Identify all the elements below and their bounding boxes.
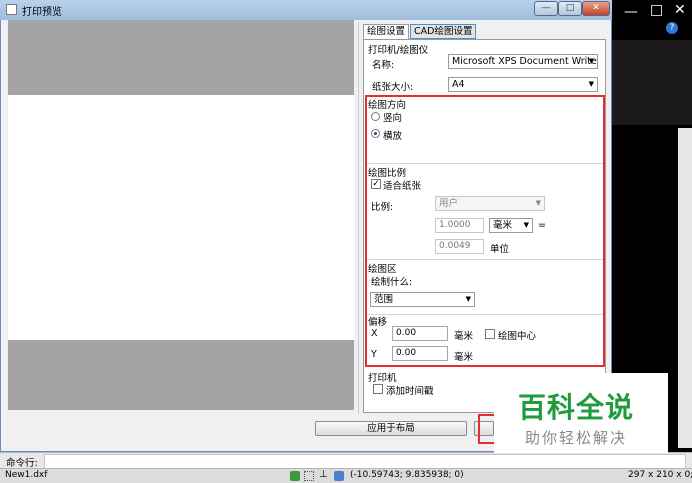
- status-coords: (-10.59743; 9.835938; 0): [350, 470, 464, 480]
- command-label: 命令行:: [6, 458, 38, 469]
- printer-name-select[interactable]: Microsoft XPS Document Writer ▼: [448, 54, 598, 69]
- polar-icon[interactable]: [334, 471, 344, 481]
- tab-cad-plot-settings[interactable]: CAD绘图设置: [410, 24, 477, 39]
- bg-maximize-icon[interactable]: □: [650, 2, 663, 18]
- command-bar: 命令行:: [0, 452, 692, 469]
- printer-group-label: 打印机/绘图仪: [368, 45, 429, 56]
- background-toolbar: — □ ✕ ?: [612, 0, 692, 40]
- printer-name-value: Microsoft XPS Document Writer: [452, 56, 598, 67]
- highlight-box: [365, 95, 605, 367]
- background-scrollbar[interactable]: [678, 128, 692, 448]
- grid-icon[interactable]: [304, 471, 314, 481]
- chevron-down-icon: ▼: [588, 80, 594, 88]
- bg-minimize-icon[interactable]: —: [624, 4, 638, 20]
- minimize-button[interactable]: —: [534, 1, 558, 16]
- printer-name-label: 名称:: [372, 60, 395, 71]
- tab-plot-settings[interactable]: 绘图设置: [363, 24, 410, 39]
- preview-margin-top: [8, 20, 354, 95]
- preview-paper: [8, 95, 354, 340]
- paper-size-value: A4: [452, 79, 465, 90]
- timestamp-checkbox[interactable]: [373, 384, 383, 394]
- watermark-subtitle: 助你轻松解决: [525, 429, 628, 447]
- command-input[interactable]: [44, 454, 686, 469]
- chevron-down-icon: ▼: [588, 57, 594, 65]
- title-bar: 打印预览 — □ ✕: [0, 0, 612, 20]
- paper-size-select[interactable]: A4 ▼: [448, 77, 598, 92]
- status-bar: New1.dxf ⊥ (-10.59743; 9.835938; 0) 297 …: [0, 468, 692, 483]
- paper-size-label: 纸张大小:: [372, 82, 414, 93]
- status-paper-size: 297 x 210 x 0;: [628, 470, 692, 480]
- snap-icon[interactable]: [290, 471, 300, 481]
- preview-margin-bottom: [8, 340, 354, 410]
- app-icon: [6, 4, 17, 15]
- highlight-box-button: [478, 414, 494, 444]
- plotter-group-label: 打印机: [368, 373, 397, 384]
- close-button[interactable]: ✕: [582, 1, 610, 16]
- bg-close-icon[interactable]: ✕: [674, 2, 686, 18]
- maximize-button[interactable]: □: [558, 1, 582, 16]
- watermark-title: 百科全说: [518, 391, 635, 424]
- apply-to-layout-button[interactable]: 应用于布局: [315, 421, 467, 436]
- status-file: New1.dxf: [5, 470, 48, 480]
- window-title: 打印预览: [22, 7, 62, 18]
- timestamp-label: 添加时间戳: [386, 386, 434, 397]
- ortho-icon[interactable]: ⊥: [319, 469, 328, 480]
- help-icon[interactable]: ?: [666, 22, 678, 34]
